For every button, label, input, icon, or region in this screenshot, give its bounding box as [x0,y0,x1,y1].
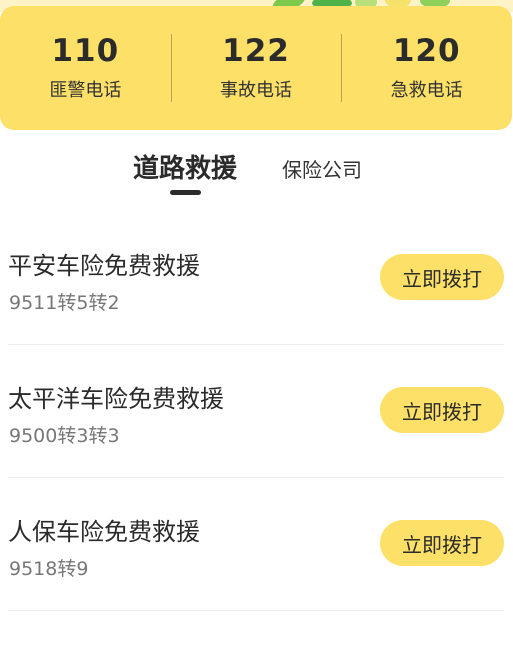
hotline-number: 110 [51,32,120,69]
rescue-phone: 9518转9 [9,558,89,580]
list-item: 人保车险免费救援 9518转9 立即拨打 [8,478,504,611]
hotline-label: 急救电话 [390,80,463,102]
hotline-number: 120 [392,32,461,69]
rescue-phone: 9511转5转2 [9,292,120,314]
active-tab-indicator [170,190,201,195]
hotline-label: 匪警电话 [49,80,122,102]
call-now-button[interactable]: 立即拨打 [380,254,504,300]
hotline-ambulance[interactable]: 120 急救电话 [341,6,512,130]
emergency-hotline-card: 110 匪警电话 122 事故电话 120 急救电话 [0,6,512,130]
rescue-phone: 9500转3转3 [9,425,120,447]
rescue-title: 平安车险免费救援 [8,252,200,280]
rescue-title: 人保车险免费救援 [8,518,200,546]
rescue-list: 平安车险免费救援 9511转5转2 立即拨打 太平洋车险免费救援 9500转3转… [0,212,513,611]
hotline-police[interactable]: 110 匪警电话 [0,6,171,130]
tab-road-rescue[interactable]: 道路救援 [133,148,237,185]
hotline-number: 122 [222,32,290,69]
call-now-button[interactable]: 立即拨打 [380,387,504,433]
hotline-label: 事故电话 [220,80,292,102]
tab-insurance-company[interactable]: 保险公司 [282,154,362,183]
call-now-button[interactable]: 立即拨打 [380,520,504,566]
hotline-traffic-accident[interactable]: 122 事故电话 [170,6,342,130]
tab-bar: 道路救援 保险公司 [0,140,513,200]
list-item: 平安车险免费救援 9511转5转2 立即拨打 [8,212,504,345]
rescue-title: 太平洋车险免费救援 [8,385,224,413]
list-item: 太平洋车险免费救援 9500转3转3 立即拨打 [8,345,504,478]
